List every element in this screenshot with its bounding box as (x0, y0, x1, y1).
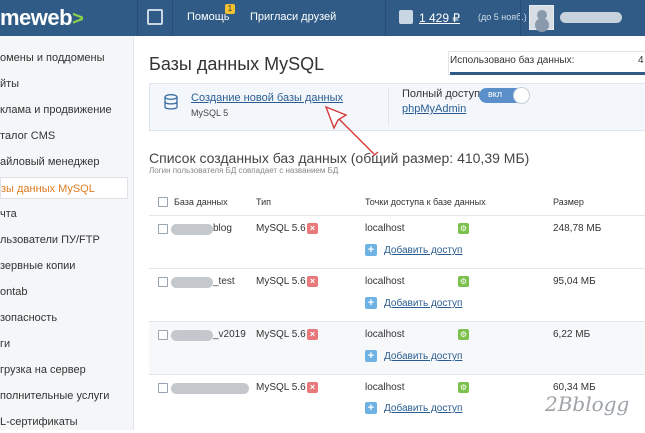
col-header-type: Тип (256, 197, 272, 207)
db-name[interactable]: _v2019 (213, 329, 246, 340)
usage-label: Использовано баз данных: (450, 55, 575, 66)
toggle-knob[interactable] (513, 87, 530, 104)
usage-value: 4 (638, 55, 644, 66)
delete-icon[interactable]: × (307, 223, 318, 234)
db-name-blurred (171, 330, 213, 341)
sidebar-item-backups[interactable]: зервные копии (0, 255, 134, 277)
row-checkbox[interactable] (158, 330, 168, 340)
db-list-subtitle: Логин пользователя БД совпадает с назван… (149, 166, 339, 175)
add-access-link[interactable]: Добавить доступ (384, 245, 462, 256)
invite-friends-link[interactable]: Пригласи друзей (250, 11, 336, 23)
db-name-blurred (171, 224, 213, 235)
col-header-size: Размер (553, 197, 584, 207)
phpmyadmin-link[interactable]: phpMyAdmin (402, 103, 466, 115)
row-checkbox[interactable] (158, 277, 168, 287)
db-size: 6,22 МБ (553, 329, 591, 340)
db-size: 248,78 МБ (553, 223, 602, 234)
sidebar-item-extra-services[interactable]: полнительные услуги (0, 385, 134, 407)
select-all-checkbox[interactable] (158, 197, 168, 207)
topbar-divider (172, 0, 173, 36)
balance-link[interactable]: 1 429 ₽ (419, 11, 460, 25)
topbar-divider (520, 0, 521, 36)
sidebar-item-logs[interactable]: ги (0, 333, 134, 355)
db-type: MySQL 5.6 (256, 276, 306, 287)
access-host: localhost (365, 223, 405, 234)
help-badge: 1 (225, 4, 235, 14)
watermark: 2Bblogg (545, 392, 630, 416)
gear-icon[interactable]: ⚙ (458, 276, 469, 287)
page-title: Базы данных MySQL (149, 54, 325, 74)
usage-bar (450, 72, 645, 75)
sidebar-item-mysql[interactable]: зы данных MySQL (0, 177, 128, 199)
row-checkbox[interactable] (158, 224, 168, 234)
dashboard-icon[interactable] (147, 9, 163, 25)
add-access-link[interactable]: Добавить доступ (384, 351, 462, 362)
db-name[interactable]: _test (213, 276, 235, 287)
sidebar-item-sites[interactable]: йты (0, 73, 134, 95)
avatar[interactable] (529, 5, 554, 30)
delete-icon[interactable]: × (307, 382, 318, 393)
sidebar-item-mail[interactable]: чта (0, 203, 134, 225)
username-blurred[interactable] (560, 12, 622, 23)
db-type: MySQL 5.6 (256, 382, 306, 393)
db-list-title: Список созданных баз данных (общий разме… (149, 150, 530, 166)
access-host: localhost (365, 329, 405, 340)
sidebar-item-file-manager[interactable]: айловый менеджер (0, 151, 134, 173)
main-content: Базы данных MySQL Использовано баз данны… (134, 36, 645, 430)
plus-icon[interactable]: + (365, 402, 377, 414)
db-size: 95,04 МБ (553, 276, 596, 287)
sidebar-item-ftp-users[interactable]: льзователи ПУ/FTP (0, 229, 134, 251)
create-db-panel (149, 83, 645, 131)
mysql-version: MySQL 5 (191, 108, 229, 118)
sidebar-item-advertising[interactable]: клама и продвижение (0, 99, 134, 121)
db-type: MySQL 5.6 (256, 223, 306, 234)
access-host: localhost (365, 276, 405, 287)
add-access-link[interactable]: Добавить доступ (384, 403, 462, 414)
logo-text: meweb (0, 5, 73, 30)
add-access-link[interactable]: Добавить доступ (384, 298, 462, 309)
col-header-access: Точки доступа к базе данных (365, 197, 486, 207)
gear-icon[interactable]: ⚙ (458, 329, 469, 340)
db-type: MySQL 5.6 (256, 329, 306, 340)
db-name[interactable]: blog (213, 223, 232, 234)
db-name-blurred (171, 383, 249, 394)
sidebar-item-security[interactable]: зопасность (0, 307, 134, 329)
wallet-icon[interactable] (399, 10, 413, 24)
plus-icon[interactable]: + (365, 244, 377, 256)
full-access-label: Полный доступ (402, 88, 481, 100)
topbar-divider (137, 0, 138, 36)
toggle-label: вкл (488, 89, 503, 99)
gear-icon[interactable]: ⚙ (458, 382, 469, 393)
sidebar-item-domains[interactable]: омены и поддомены (0, 47, 134, 69)
gear-icon[interactable]: ⚙ (458, 223, 469, 234)
help-link[interactable]: Помощь (187, 11, 230, 23)
panel-divider (388, 88, 389, 126)
sidebar-item-crontab[interactable]: ontab (0, 281, 134, 303)
topbar-divider (385, 0, 386, 36)
logo-arrow: > (72, 8, 84, 30)
delete-icon[interactable]: × (307, 276, 318, 287)
col-header-name: База данных (174, 197, 228, 207)
access-host: localhost (365, 382, 405, 393)
sidebar: омены и поддомены йты клама и продвижени… (0, 36, 134, 430)
sidebar-item-cms-catalog[interactable]: талог CMS (0, 125, 134, 147)
row-checkbox[interactable] (158, 383, 168, 393)
db-name-blurred (171, 277, 213, 288)
logo[interactable]: meweb> (0, 5, 84, 31)
database-icon (164, 94, 178, 110)
plus-icon[interactable]: + (365, 350, 377, 362)
delete-icon[interactable]: × (307, 329, 318, 340)
top-bar: meweb> Помощь 1 Пригласи друзей 1 429 ₽ … (0, 0, 645, 36)
sidebar-item-server-load[interactable]: грузка на сервер (0, 359, 134, 381)
plus-icon[interactable]: + (365, 297, 377, 309)
